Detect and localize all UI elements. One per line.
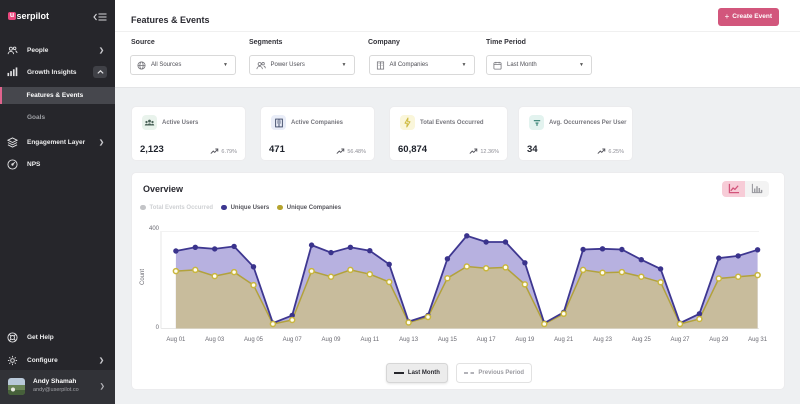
svg-text:0: 0 [156, 325, 160, 331]
svg-text:Aug 23: Aug 23 [593, 337, 613, 343]
svg-text:Aug 11: Aug 11 [361, 337, 380, 343]
svg-text:400: 400 [149, 226, 160, 232]
svg-text:Aug 25: Aug 25 [632, 337, 652, 343]
svg-text:Aug 05: Aug 05 [244, 337, 264, 343]
svg-text:Aug 31: Aug 31 [748, 337, 768, 343]
svg-text:Aug 29: Aug 29 [709, 337, 729, 343]
svg-text:Aug 01: Aug 01 [166, 337, 186, 343]
svg-text:Aug 09: Aug 09 [321, 337, 341, 343]
svg-text:Aug 13: Aug 13 [399, 337, 419, 343]
svg-text:Aug 07: Aug 07 [283, 337, 303, 343]
svg-text:Aug 15: Aug 15 [438, 337, 458, 343]
svg-text:Count: Count [140, 269, 146, 285]
svg-text:Aug 27: Aug 27 [670, 337, 690, 343]
svg-text:Aug 17: Aug 17 [477, 337, 497, 343]
svg-text:Aug 21: Aug 21 [554, 337, 574, 343]
svg-text:Aug 19: Aug 19 [515, 337, 535, 343]
svg-text:Aug 03: Aug 03 [205, 337, 225, 343]
